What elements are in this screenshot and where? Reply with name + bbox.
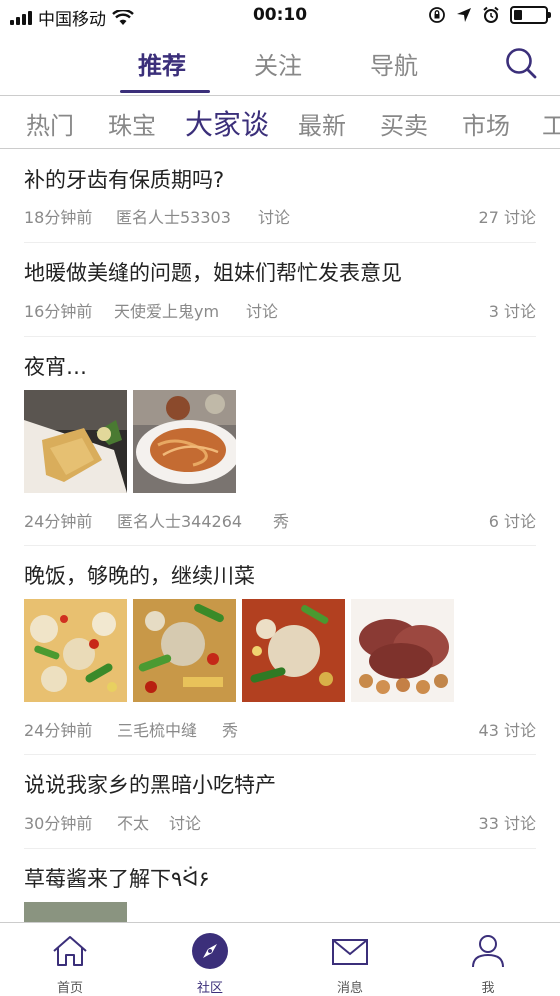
post-comment-count: 3 讨论 [488,302,536,321]
tab-follow[interactable]: 关注 [254,46,302,81]
post-time: 24分钟前 [24,721,93,740]
nav-home-label: 首页 [56,981,83,996]
orientation-lock-icon [429,7,445,23]
home-icon [53,936,87,966]
user-icon [472,935,504,968]
nav-me[interactable]: 我 [448,931,528,996]
post-image-jam[interactable] [24,902,127,922]
post-comment-count: 33 讨论 [478,814,536,833]
post-images [24,390,236,493]
post-item[interactable]: 地暖做美缝的问题，姐妹们帮忙发表意见 16分钟前 天使爱上鬼ym 讨论 3 讨论 [24,243,536,337]
post-comment-count: 6 讨论 [488,512,536,531]
post-tag[interactable]: 秀 [222,717,238,741]
post-image-sausage[interactable] [351,599,454,702]
post-item[interactable]: 草莓酱来了解下٩ᐛ۶ [24,849,536,922]
post-images [24,902,127,922]
category-tab-latest[interactable]: 最新 [298,106,346,141]
post-time: 16分钟前 [24,302,93,321]
battery-icon [510,6,551,24]
status-bar-right [428,6,551,24]
post-author[interactable]: 不太 [117,810,149,834]
post-image-noodles[interactable] [133,390,236,493]
category-tab-trade[interactable]: 买卖 [380,106,428,141]
nav-home[interactable]: 首页 [30,931,110,996]
category-tab-jewelry[interactable]: 珠宝 [108,106,156,141]
top-tabs: 推荐 关注 导航 [0,32,560,94]
post-item[interactable]: 说说我家乡的黑暗小吃特产 30分钟前 不太 讨论 33 讨论 [24,755,536,849]
tab-navigation[interactable]: 导航 [370,46,418,81]
post-title: 补的牙齿有保质期吗? [24,168,225,192]
post-item[interactable]: 夜宵… 24分钟前 匿名人士344264 秀 6 讨论 [24,337,536,546]
post-tag[interactable]: 讨论 [258,204,290,228]
post-tag[interactable]: 讨论 [246,298,278,322]
post-title: 夜宵… [24,355,87,379]
post-author[interactable]: 三毛梳中缝 [117,717,197,741]
alarm-icon [483,6,499,23]
post-images [24,599,454,702]
post-image-fish[interactable] [24,390,127,493]
compass-icon [192,933,228,969]
post-author[interactable]: 天使爱上鬼ym [114,298,219,322]
post-item[interactable]: 补的牙齿有保质期吗? 18分钟前 匿名人士53303 讨论 27 讨论 [24,150,536,243]
category-tab-market[interactable]: 市场 [462,106,510,141]
tab-active-indicator [120,90,210,93]
post-author[interactable]: 匿名人士53303 [116,204,231,228]
post-meta: 16分钟前 天使爱上鬼ym 讨论 3 讨论 [24,298,536,322]
post-time: 24分钟前 [24,512,93,531]
post-tag[interactable]: 秀 [273,508,289,532]
post-title: 说说我家乡的黑暗小吃特产 [24,773,276,797]
post-image-dish[interactable] [242,599,345,702]
post-image-dish[interactable] [133,599,236,702]
category-tab-hot[interactable]: 热门 [26,106,74,141]
category-tab-discussion[interactable]: 大家谈 [185,103,269,143]
bottom-nav: 首页 社区 消息 我 [0,922,560,996]
mail-icon [332,939,368,965]
post-time: 30分钟前 [24,814,93,833]
post-title: 地暖做美缝的问题，姐妹们帮忙发表意见 [24,261,402,285]
post-item[interactable]: 晚饭，够晚的，继续川菜 24分钟前 三毛梳中缝 秀 43 讨论 [24,546,536,755]
post-feed: 补的牙齿有保质期吗? 18分钟前 匿名人士53303 讨论 27 讨论 地暖做美… [0,150,560,922]
nav-me-label: 我 [481,981,495,996]
nav-community[interactable]: 社区 [170,931,250,996]
location-icon [457,8,471,22]
nav-community-label: 社区 [196,981,223,996]
status-bar: 中国移动 00:10 [0,0,560,32]
post-author[interactable]: 匿名人士344264 [117,508,242,532]
tab-recommend[interactable]: 推荐 [138,46,186,81]
post-meta: 30分钟前 不太 讨论 33 讨论 [24,810,536,834]
category-tabs: 热门 珠宝 大家谈 最新 买卖 市场 工 [0,95,560,149]
post-meta: 24分钟前 匿名人士344264 秀 6 讨论 [24,508,536,532]
post-meta: 24分钟前 三毛梳中缝 秀 43 讨论 [24,717,536,741]
post-comment-count: 27 讨论 [478,208,536,227]
nav-messages[interactable]: 消息 [310,931,390,996]
post-title: 草莓酱来了解下٩ᐛ۶ [24,867,210,891]
post-title: 晚饭，够晚的，继续川菜 [24,564,255,588]
post-comment-count: 43 讨论 [478,721,536,740]
post-image-dish[interactable] [24,599,127,702]
search-icon[interactable] [504,46,538,80]
post-time: 18分钟前 [24,208,93,227]
category-tab-more[interactable]: 工 [542,106,560,141]
nav-messages-label: 消息 [336,981,363,996]
post-tag[interactable]: 讨论 [169,810,201,834]
post-meta: 18分钟前 匿名人士53303 讨论 27 讨论 [24,204,536,228]
